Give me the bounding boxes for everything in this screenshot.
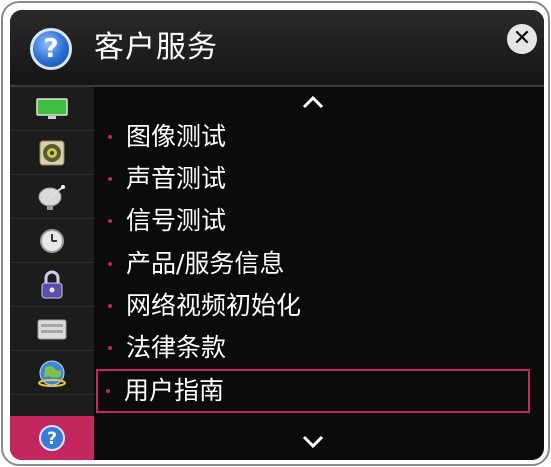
picture-icon xyxy=(36,97,68,119)
scroll-down-button[interactable] xyxy=(298,432,328,452)
bullet xyxy=(108,135,112,139)
sidebar-item-picture[interactable] xyxy=(10,87,94,131)
menu-item-label: 网络视频初始化 xyxy=(126,291,302,320)
network-icon xyxy=(38,360,66,387)
close-button[interactable]: ✕ xyxy=(507,24,537,54)
dialog-header: ? 客户服务 ✕ xyxy=(10,10,544,86)
chevron-up-icon xyxy=(302,95,324,109)
sidebar-item-option[interactable] xyxy=(10,307,94,351)
chevron-down-icon xyxy=(302,435,324,449)
sidebar-item-support[interactable]: ? xyxy=(10,416,94,460)
menu-item-label: 声音测试 xyxy=(126,164,227,193)
dialog-title: 客户服务 xyxy=(94,30,218,65)
bullet xyxy=(108,177,112,181)
sidebar-item-network[interactable] xyxy=(10,351,94,395)
time-icon xyxy=(40,228,64,253)
bullet xyxy=(106,389,110,393)
menu-item-label: 法律条款 xyxy=(126,333,227,362)
option-icon xyxy=(37,319,67,339)
sidebar-item-sound[interactable] xyxy=(10,131,94,175)
menu-item-network-video-init[interactable]: 网络视频初始化 xyxy=(98,286,528,326)
support-icon: ? xyxy=(39,425,65,451)
help-glyph: ? xyxy=(43,34,59,64)
menu-item-user-guide[interactable]: 用户指南 xyxy=(96,369,530,413)
bullet xyxy=(108,346,112,350)
customer-support-panel: ? 客户服务 ✕ ? 图像测试 声音测试 信号测试 产品/服务信息 网络视频初始… xyxy=(10,10,544,460)
sound-icon xyxy=(39,140,65,165)
sidebar-item-time[interactable] xyxy=(10,219,94,263)
svg-text:?: ? xyxy=(47,429,57,449)
menu-item-product-info[interactable]: 产品/服务信息 xyxy=(98,244,528,284)
channel-icon xyxy=(38,184,65,210)
sidebar-item-lock[interactable] xyxy=(10,263,94,307)
category-sidebar: ? xyxy=(10,87,94,460)
menu-item-label: 信号测试 xyxy=(126,206,227,235)
menu-item-picture-test[interactable]: 图像测试 xyxy=(98,117,528,157)
lock-icon xyxy=(41,270,63,298)
menu-item-label: 图像测试 xyxy=(126,122,227,151)
help-icon: ? xyxy=(30,28,72,70)
menu-item-legal-notice[interactable]: 法律条款 xyxy=(98,328,528,368)
scroll-up-button[interactable] xyxy=(298,92,328,112)
menu-item-sound-test[interactable]: 声音测试 xyxy=(98,159,528,199)
menu-item-label: 用户指南 xyxy=(124,376,225,405)
sidebar-item-channel[interactable] xyxy=(10,175,94,219)
menu-item-label: 产品/服务信息 xyxy=(126,249,285,278)
close-icon: ✕ xyxy=(512,26,532,51)
menu-item-signal-test[interactable]: 信号测试 xyxy=(98,201,528,241)
bullet xyxy=(108,262,112,266)
dialog-frame: ? 客户服务 ✕ ? 图像测试 声音测试 信号测试 产品/服务信息 网络视频初始… xyxy=(1,1,550,466)
bullet xyxy=(108,304,112,308)
bullet xyxy=(108,219,112,223)
